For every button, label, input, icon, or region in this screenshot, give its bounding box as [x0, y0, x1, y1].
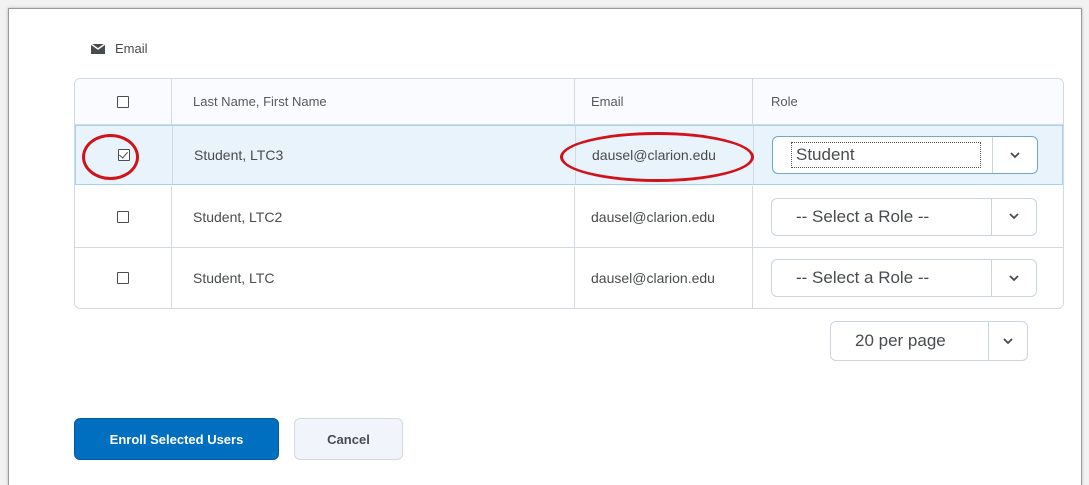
- table-header-row: Last Name, First Name Email Role: [75, 79, 1063, 125]
- user-name: Student, LTC2: [172, 186, 575, 247]
- column-header-email: Email: [575, 79, 753, 124]
- role-select[interactable]: Student: [772, 136, 1038, 174]
- role-cell: -- Select a Role --: [753, 248, 1063, 308]
- row-checkbox-cell: [75, 186, 172, 247]
- cancel-button[interactable]: Cancel: [294, 418, 403, 460]
- role-cell: Student: [754, 126, 1063, 184]
- role-select[interactable]: -- Select a Role --: [771, 259, 1037, 297]
- chevron-down-icon: [991, 198, 1036, 235]
- per-page-select[interactable]: 20 per page: [830, 321, 1028, 361]
- role-select-value: Student: [791, 142, 981, 168]
- chevron-down-icon: [988, 322, 1027, 360]
- user-email: dausel@clarion.edu: [576, 126, 754, 184]
- per-page-value: 20 per page: [855, 331, 946, 350]
- table-row: Student, LTC dausel@clarion.edu -- Selec…: [75, 248, 1063, 308]
- user-name: Student, LTC: [172, 248, 575, 308]
- user-name: Student, LTC3: [173, 126, 576, 184]
- select-all-checkbox[interactable]: [117, 95, 129, 108]
- row-checkbox-cell: [75, 248, 172, 308]
- enroll-selected-users-button[interactable]: Enroll Selected Users: [74, 418, 279, 460]
- role-select[interactable]: -- Select a Role --: [771, 197, 1037, 236]
- table-row: Student, LTC2 dausel@clarion.edu -- Sele…: [75, 186, 1063, 248]
- role-cell: -- Select a Role --: [753, 186, 1063, 247]
- row-checkbox[interactable]: [118, 149, 130, 161]
- role-select-value: -- Select a Role --: [796, 206, 930, 226]
- user-email: dausel@clarion.edu: [575, 186, 753, 247]
- email-action-label: Email: [115, 41, 148, 56]
- role-select-value: -- Select a Role --: [796, 268, 930, 287]
- user-grid: Last Name, First Name Email Role Student…: [74, 78, 1064, 309]
- column-header-role: Role: [771, 94, 798, 109]
- row-checkbox-cell: [76, 126, 173, 184]
- row-checkbox[interactable]: [117, 210, 129, 223]
- table-row: Student, LTC3 dausel@clarion.edu Student: [75, 125, 1063, 185]
- email-action[interactable]: Email: [91, 41, 148, 56]
- chevron-down-icon: [992, 137, 1037, 173]
- chevron-down-icon: [991, 260, 1036, 296]
- select-all-cell: [75, 79, 172, 124]
- envelope-icon: [91, 43, 105, 54]
- user-email: dausel@clarion.edu: [575, 248, 753, 308]
- row-checkbox[interactable]: [117, 272, 129, 284]
- column-header-name[interactable]: Last Name, First Name: [172, 79, 575, 124]
